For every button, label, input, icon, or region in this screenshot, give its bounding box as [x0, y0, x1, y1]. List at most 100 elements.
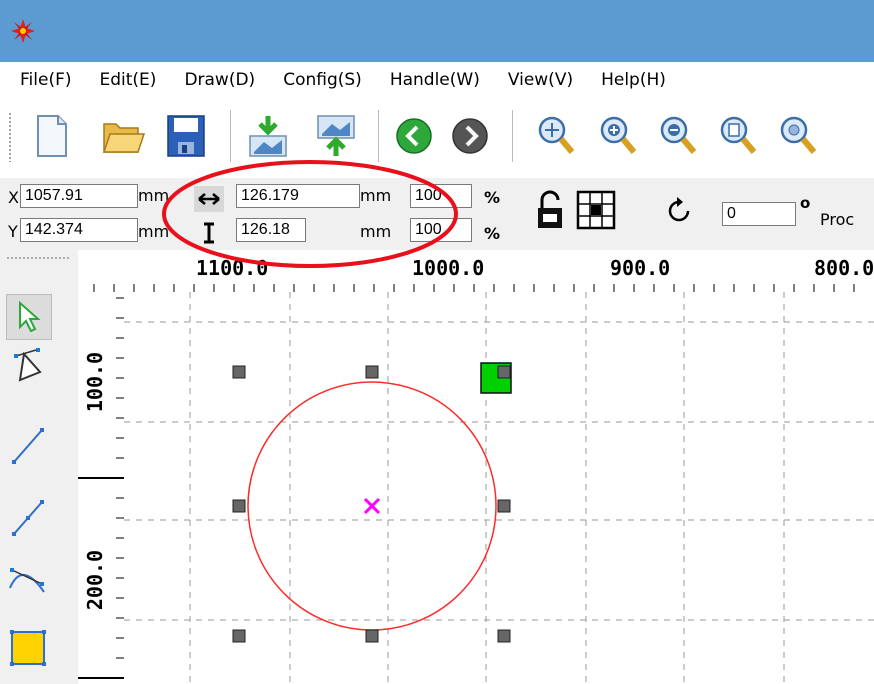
height-unit-label: mm	[360, 222, 392, 241]
import-icon	[249, 116, 287, 157]
title-bar	[0, 0, 874, 62]
menu-handle[interactable]: Handle(W)	[376, 70, 494, 90]
scale-width-field[interactable]: 100	[410, 184, 472, 208]
process-label: Proc	[820, 210, 855, 229]
drawing-canvas[interactable]	[124, 292, 874, 684]
left-ruler[interactable]: 100.0 200.0	[78, 292, 124, 684]
forward-icon	[452, 118, 488, 154]
horizontal-arrows-icon	[198, 193, 220, 205]
height-field[interactable]: 126.18	[236, 218, 306, 242]
top-ruler[interactable]: 1100.0 1000.0 900.0 800.0	[78, 250, 874, 293]
rectangle-tool[interactable]	[6, 626, 50, 670]
handle-top-center	[365, 365, 379, 379]
polyline-tool[interactable]	[6, 496, 50, 540]
export-button[interactable]	[314, 110, 358, 162]
lock-ratio-button[interactable]	[534, 190, 566, 230]
open-folder-icon	[102, 123, 146, 153]
toolbar-separator	[512, 110, 514, 162]
menu-file[interactable]: File(F)	[0, 70, 86, 90]
zoom-window-icon	[538, 116, 575, 154]
open-button[interactable]	[102, 110, 146, 162]
handle-middle-right	[497, 499, 511, 513]
import-button[interactable]	[246, 110, 290, 162]
new-file-icon	[37, 115, 67, 157]
scale-height-field[interactable]: 100	[410, 218, 472, 242]
ruler-label-900: 900.0	[610, 256, 671, 280]
toolbar-grip[interactable]	[8, 112, 12, 162]
toolbox-grip[interactable]	[6, 256, 70, 260]
scale-height-percent: %	[484, 224, 501, 243]
ruler-label-1100: 1100.0	[196, 256, 269, 280]
scale-width-percent: %	[484, 188, 501, 207]
rotate-angle-field[interactable]: 0	[722, 202, 796, 226]
new-file-button[interactable]	[30, 110, 74, 162]
toolbar-separator	[378, 110, 380, 162]
node-edit-icon	[14, 348, 42, 382]
rotate-label-icon-wrap	[664, 196, 694, 226]
drawing-toolbox	[0, 292, 78, 684]
node-edit-tool[interactable]	[6, 344, 50, 388]
toolbar-separator	[230, 110, 232, 162]
handle-bottom-left	[232, 629, 246, 643]
rotate-icon	[668, 197, 690, 222]
curve-tool[interactable]	[6, 556, 50, 600]
menu-help[interactable]: Help(H)	[587, 70, 680, 90]
zoom-in-button[interactable]	[596, 110, 640, 162]
line-tool[interactable]	[6, 424, 50, 468]
handle-bottom-center	[365, 629, 379, 643]
canvas-svg	[124, 292, 874, 684]
save-icon	[167, 115, 205, 157]
x-unit-label: mm	[138, 186, 170, 205]
y-label: Y	[8, 222, 18, 241]
save-button[interactable]	[164, 110, 208, 162]
menu-config[interactable]: Config(S)	[269, 70, 376, 90]
ruler-corner	[0, 250, 78, 292]
handle-middle-left	[232, 499, 246, 513]
padlock-icon	[538, 190, 562, 228]
y-unit-label: mm	[138, 222, 170, 241]
zoom-page-icon	[720, 116, 757, 154]
zoom-in-icon	[600, 116, 637, 154]
polyline-icon	[12, 500, 44, 536]
zoom-out-button[interactable]	[656, 110, 700, 162]
handle-bottom-right	[497, 629, 511, 643]
ruler-label-100: 100.0	[83, 351, 107, 413]
x-label: X	[8, 188, 19, 207]
handle-top-left	[232, 365, 246, 379]
degree-symbol: o	[800, 194, 811, 212]
pointer-arrow-icon	[19, 300, 41, 333]
canvas-grid	[124, 292, 874, 684]
zoom-window-button[interactable]	[534, 110, 578, 162]
bezier-curve-icon	[9, 568, 45, 593]
rectangle-icon	[10, 630, 46, 666]
width-lock-button[interactable]	[194, 186, 224, 212]
vertical-arrows-icon	[204, 222, 214, 244]
zoom-page-button[interactable]	[716, 110, 760, 162]
menu-view[interactable]: View(V)	[494, 70, 587, 90]
property-bar: X Y 1057.91 142.374 mm mm 126.179 126.18…	[0, 178, 874, 250]
export-icon	[317, 115, 355, 156]
width-unit-label: mm	[360, 186, 392, 205]
main-toolbar	[0, 98, 874, 178]
height-lock-button[interactable]	[194, 220, 224, 246]
zoom-fit-button[interactable]	[776, 110, 820, 162]
reference-point-button[interactable]	[576, 190, 616, 230]
menu-draw[interactable]: Draw(D)	[170, 70, 269, 90]
rotation-anchor-handle[interactable]	[480, 362, 512, 394]
menu-edit[interactable]: Edit(E)	[86, 70, 171, 90]
width-field[interactable]: 126.179	[236, 184, 360, 208]
x-position-field[interactable]: 1057.91	[20, 184, 138, 208]
circle-center-mark	[363, 497, 381, 515]
ruler-label-1000: 1000.0	[412, 256, 485, 280]
select-tool[interactable]	[6, 294, 52, 340]
back-button[interactable]	[392, 110, 436, 162]
zoom-fit-icon	[780, 116, 817, 154]
app-logo-icon	[11, 19, 35, 43]
y-position-field[interactable]: 142.374	[20, 218, 138, 242]
forward-button[interactable]	[448, 110, 492, 162]
menu-bar: File(F) Edit(E) Draw(D) Config(S) Handle…	[0, 62, 874, 98]
ruler-label-800: 800.0	[814, 256, 874, 280]
ruler-label-200: 200.0	[83, 549, 107, 611]
line-icon	[12, 428, 44, 464]
reference-grid-icon	[576, 190, 616, 230]
